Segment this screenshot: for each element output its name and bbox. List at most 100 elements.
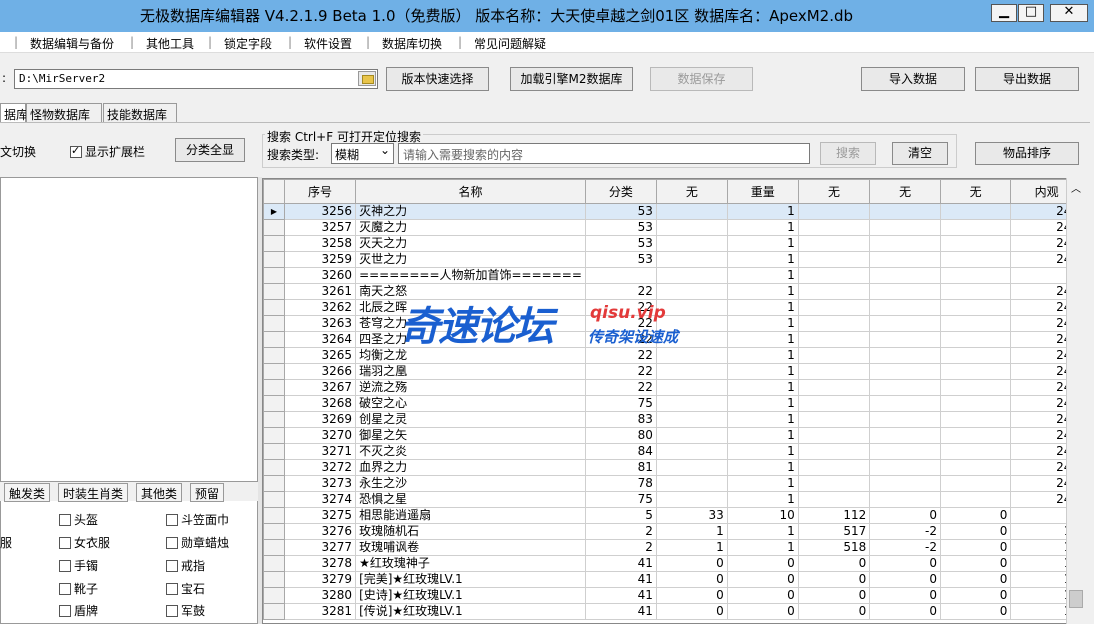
table-cell[interactable]: 83: [584, 411, 657, 428]
path-input[interactable]: D:\MirServer2: [14, 69, 378, 89]
table-cell[interactable]: 3261: [283, 283, 357, 300]
table-cell[interactable]: [797, 315, 871, 332]
table-cell[interactable]: 0: [939, 603, 1012, 620]
checkbox-icon[interactable]: [59, 583, 71, 595]
check-gem[interactable]: 宝石: [166, 580, 205, 597]
table-cell[interactable]: [939, 459, 1012, 476]
col-header[interactable]: 无: [655, 179, 728, 204]
table-cell[interactable]: 1: [655, 523, 728, 540]
table-cell[interactable]: [655, 251, 728, 268]
table-cell[interactable]: [797, 267, 871, 284]
table-cell[interactable]: [869, 411, 941, 428]
row-indicator[interactable]: [263, 475, 285, 492]
table-cell[interactable]: [655, 475, 728, 492]
table-cell[interactable]: [655, 235, 728, 252]
table-cell[interactable]: [869, 203, 941, 220]
col-header[interactable]: 重量: [726, 179, 799, 204]
check-drum[interactable]: 军鼓: [166, 602, 205, 619]
category-fashion-zodiac[interactable]: 时装生肖类: [58, 483, 129, 502]
folder-icon[interactable]: [358, 71, 376, 86]
search-type-select[interactable]: 模糊: [331, 143, 394, 164]
load-engine-button[interactable]: 加载引擎M2数据库: [510, 67, 633, 91]
table-cell[interactable]: [869, 347, 941, 364]
table-cell[interactable]: [797, 379, 871, 396]
table-cell[interactable]: 0: [726, 571, 799, 588]
table-cell[interactable]: [655, 411, 728, 428]
table-cell[interactable]: 0: [939, 507, 1012, 524]
table-cell[interactable]: [939, 347, 1012, 364]
table-cell[interactable]: -2: [869, 539, 941, 556]
tab-item-db[interactable]: 据库: [0, 103, 28, 123]
row-indicator[interactable]: [263, 587, 285, 604]
table-row[interactable]: 3280[史诗]★红玫瑰LV.1410000013: [263, 587, 1083, 604]
table-cell[interactable]: 3264: [283, 331, 357, 348]
table-cell[interactable]: 3265: [283, 347, 357, 364]
table-cell[interactable]: [939, 491, 1012, 508]
table-cell[interactable]: 80: [584, 427, 657, 444]
scroll-up-icon[interactable]: ︿: [1069, 180, 1083, 195]
row-indicator[interactable]: [263, 491, 285, 508]
table-cell[interactable]: 3263: [283, 315, 357, 332]
row-indicator[interactable]: [263, 283, 285, 300]
col-header[interactable]: 无: [939, 179, 1012, 204]
table-cell[interactable]: 1: [726, 235, 799, 252]
table-cell[interactable]: 3260: [283, 267, 357, 284]
table-cell[interactable]: 3258: [283, 235, 357, 252]
table-cell[interactable]: 1: [655, 539, 728, 556]
tab-skill-db[interactable]: 技能数据库: [103, 103, 177, 123]
table-cell[interactable]: 3280: [283, 587, 357, 604]
table-cell[interactable]: [939, 315, 1012, 332]
table-cell[interactable]: 永生之沙: [355, 475, 586, 492]
table-cell[interactable]: [完美]★红玫瑰LV.1: [355, 571, 586, 588]
table-cell[interactable]: 3275: [283, 507, 357, 524]
checkbox-icon[interactable]: [166, 514, 178, 526]
table-cell[interactable]: [939, 443, 1012, 460]
table-cell[interactable]: [869, 283, 941, 300]
data-grid[interactable]: 序号 名称 分类 无 重量 无 无 无 内观 ▶3256灭神之力53124632…: [262, 178, 1084, 624]
row-indicator[interactable]: [263, 443, 285, 460]
search-button[interactable]: 搜索: [820, 142, 876, 165]
table-cell[interactable]: 瑞羽之凰: [355, 363, 586, 380]
row-indicator[interactable]: [263, 427, 285, 444]
table-cell[interactable]: 0: [655, 603, 728, 620]
show-ext-checkbox[interactable]: 显示扩展栏: [70, 143, 145, 160]
table-cell[interactable]: 0: [797, 587, 871, 604]
table-cell[interactable]: 1: [726, 411, 799, 428]
table-cell[interactable]: [797, 427, 871, 444]
table-cell[interactable]: 41: [584, 555, 657, 572]
row-indicator[interactable]: [263, 603, 285, 620]
table-cell[interactable]: 0: [726, 587, 799, 604]
table-cell[interactable]: [797, 251, 871, 268]
table-cell[interactable]: [869, 475, 941, 492]
category-trigger[interactable]: 触发类: [4, 483, 51, 502]
row-indicator[interactable]: [263, 411, 285, 428]
table-cell[interactable]: 0: [869, 571, 941, 588]
left-tree-panel[interactable]: [0, 177, 258, 624]
table-cell[interactable]: 血界之力: [355, 459, 586, 476]
table-cell[interactable]: 1: [726, 459, 799, 476]
table-cell[interactable]: [869, 235, 941, 252]
table-cell[interactable]: [869, 363, 941, 380]
table-cell[interactable]: [655, 299, 728, 316]
checkbox-icon[interactable]: [59, 514, 71, 526]
table-cell[interactable]: 2: [584, 539, 657, 556]
table-cell[interactable]: [869, 379, 941, 396]
table-cell[interactable]: 41: [584, 587, 657, 604]
table-cell[interactable]: 3279: [283, 571, 357, 588]
table-cell[interactable]: [939, 331, 1012, 348]
table-row[interactable]: 3262北辰之晖221244: [263, 299, 1083, 316]
table-cell[interactable]: [939, 283, 1012, 300]
table-cell[interactable]: [655, 267, 728, 284]
table-row[interactable]: 3273永生之沙781243: [263, 475, 1083, 492]
row-indicator[interactable]: [263, 235, 285, 252]
show-all-categories-button[interactable]: 分类全显: [175, 138, 245, 162]
export-button[interactable]: 导出数据: [975, 67, 1079, 91]
vertical-scrollbar[interactable]: ︿: [1066, 178, 1084, 624]
table-cell[interactable]: 0: [869, 603, 941, 620]
table-cell[interactable]: [869, 331, 941, 348]
table-cell[interactable]: [797, 411, 871, 428]
table-cell[interactable]: 0: [939, 523, 1012, 540]
table-cell[interactable]: 1: [726, 539, 799, 556]
table-cell[interactable]: 破空之心: [355, 395, 586, 412]
table-cell[interactable]: 0: [939, 539, 1012, 556]
